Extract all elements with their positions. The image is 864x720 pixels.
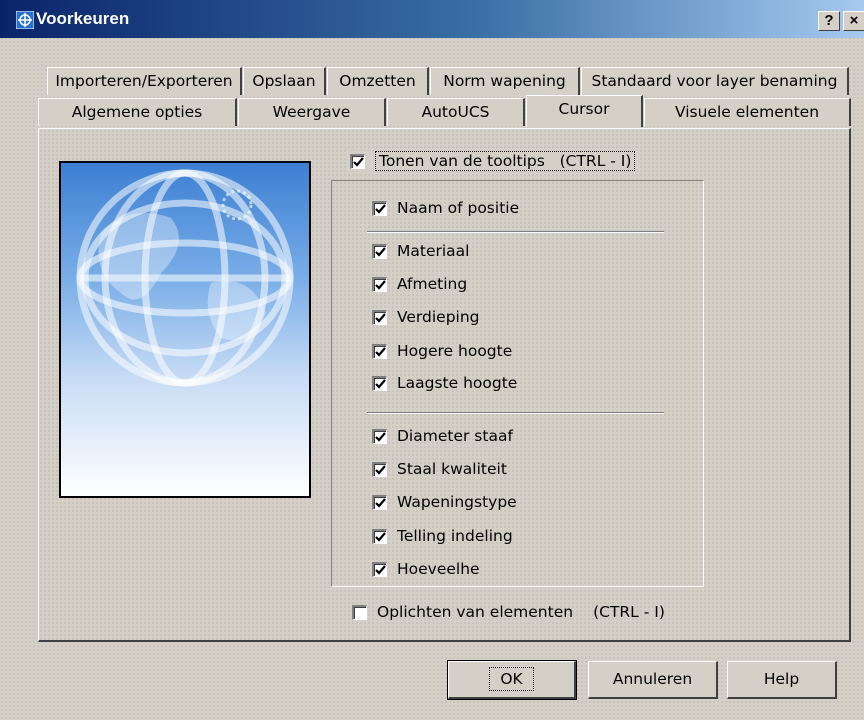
checkbox-box[interactable] (372, 200, 387, 216)
checkbox-box[interactable] (352, 604, 367, 620)
checkbox-box[interactable] (372, 428, 387, 444)
tooltips-label: Tonen van de tooltips (CTRL - I) (375, 151, 636, 171)
separator (367, 412, 664, 414)
globe-preview-image (59, 161, 311, 498)
tab-label: AutoUCS (421, 103, 490, 121)
tab-opslaan[interactable]: Opslaan (243, 67, 326, 95)
checkbox-label: Hoeveelhe (397, 560, 480, 578)
tab-label: Omzetten (339, 72, 416, 90)
tab-algemene-opties[interactable]: Algemene opties (38, 98, 237, 126)
checkbox-label: Hogere hoogte (397, 342, 513, 360)
checkbox-box[interactable] (372, 528, 387, 544)
checkbox-hogere-hoogte[interactable]: Hogere hoogte (372, 342, 512, 360)
checkbox-materiaal[interactable]: Materiaal (372, 242, 469, 260)
tab-standaard-layer-benaming[interactable]: Standaard voor layer benaming (581, 67, 849, 95)
checkbox-telling-indeling[interactable]: Telling indeling (372, 527, 513, 545)
checkbox-box[interactable] (372, 561, 387, 577)
checkbox-box[interactable] (372, 309, 387, 325)
checkbox-hoeveelhe[interactable]: Hoeveelhe (372, 560, 480, 578)
globe-icon (76, 169, 294, 387)
checkbox-verdieping[interactable]: Verdieping (372, 308, 480, 326)
tab-label: Weergave (272, 103, 351, 121)
checkbox-afmeting[interactable]: Afmeting (372, 275, 467, 293)
tab-omzetten[interactable]: Omzetten (327, 67, 429, 95)
checkbox-label: Verdieping (397, 308, 480, 326)
tab-label: Visuele elementen (674, 103, 820, 121)
checkbox-box[interactable] (372, 375, 387, 391)
checkbox-box[interactable] (372, 343, 387, 359)
checkbox-label: Materiaal (397, 242, 470, 260)
title-bar[interactable]: Voorkeuren ? × (0, 0, 864, 38)
tab-label: Cursor (558, 100, 610, 118)
checkbox-label: Laagste hoogte (397, 374, 518, 392)
checkbox-label: Naam of positie (397, 199, 520, 217)
checkbox-box[interactable] (350, 153, 365, 169)
tooltips-text: Tonen van de tooltips (379, 152, 545, 170)
tooltips-checkbox[interactable]: Tonen van de tooltips (CTRL - I) (347, 151, 640, 171)
checkbox-box[interactable] (372, 494, 387, 510)
ok-label: OK (489, 667, 534, 691)
separator (367, 231, 664, 233)
tab-label: Standaard voor layer benaming (591, 72, 838, 90)
checkbox-label: Staal kwaliteit (397, 460, 507, 478)
tab-cursor[interactable]: Cursor (526, 95, 643, 127)
tab-label: Norm wapening (443, 72, 566, 90)
help-title-button[interactable]: ? (818, 11, 840, 31)
window-title: Voorkeuren (36, 9, 130, 28)
checkbox-staal-kwaliteit[interactable]: Staal kwaliteit (372, 460, 507, 478)
checkbox-label: Diameter staaf (397, 427, 513, 445)
tab-label: Opslaan (252, 72, 316, 90)
checkbox-naam-of-positie[interactable]: Naam of positie (372, 199, 519, 217)
highlight-label: Oplichten van elementen (377, 603, 574, 621)
checkbox-label: Afmeting (397, 275, 468, 293)
highlight-elements-checkbox[interactable]: Oplichten van elementen (CTRL - I) (352, 603, 665, 621)
close-button[interactable]: × (843, 11, 864, 31)
tab-norm-wapening[interactable]: Norm wapening (430, 67, 580, 95)
tab-autoucs[interactable]: AutoUCS (387, 98, 525, 126)
highlight-shortcut: (CTRL - I) (593, 603, 665, 621)
cancel-label: Annuleren (612, 670, 693, 688)
tab-label: Importeren/Exporteren (55, 72, 233, 90)
ok-button[interactable]: OK (447, 660, 577, 700)
tab-label: Algemene opties (71, 103, 203, 121)
cancel-button[interactable]: Annuleren (588, 661, 718, 699)
checkbox-box[interactable] (372, 243, 387, 259)
tab-visuele-elementen[interactable]: Visuele elementen (644, 98, 851, 126)
tab-importeren-exporteren[interactable]: Importeren/Exporteren (47, 67, 242, 95)
tab-weergave[interactable]: Weergave (238, 98, 386, 126)
help-button[interactable]: Help (727, 661, 837, 699)
checkbox-laagste-hoogte[interactable]: Laagste hoogte (372, 374, 517, 392)
help-label: Help (763, 670, 800, 688)
app-icon (16, 11, 34, 29)
checkbox-wapeningstype[interactable]: Wapeningstype (372, 493, 517, 511)
tooltips-shortcut: (CTRL - I) (559, 152, 632, 170)
checkbox-box[interactable] (372, 276, 387, 292)
checkbox-label: Wapeningstype (397, 493, 517, 511)
checkbox-label: Telling indeling (397, 527, 513, 545)
checkbox-diameter-staaf[interactable]: Diameter staaf (372, 427, 513, 445)
checkbox-box[interactable] (372, 461, 387, 477)
